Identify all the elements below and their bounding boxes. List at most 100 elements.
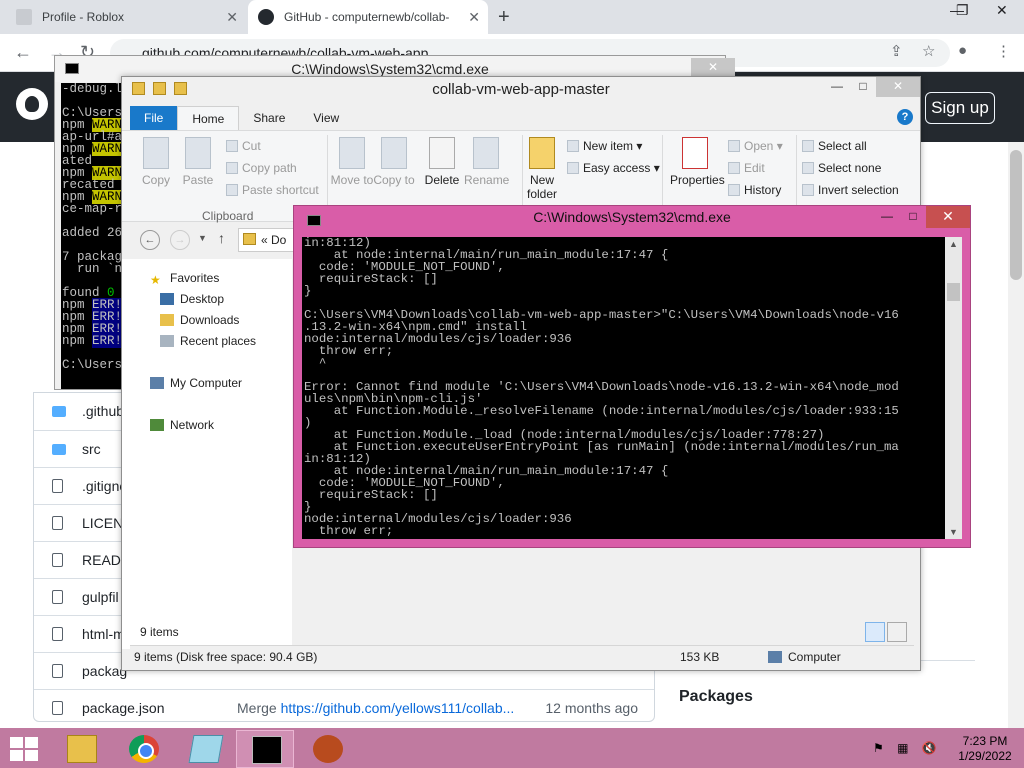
- large-icons-view-icon[interactable]: [887, 622, 907, 642]
- taskbar-command-prompt[interactable]: [236, 730, 294, 768]
- easy-access-button[interactable]: Easy access ▾: [567, 161, 660, 175]
- cmd-close-button[interactable]: ✕: [926, 206, 970, 228]
- file-name[interactable]: html-m: [82, 626, 125, 642]
- explorer-close-button[interactable]: ✕: [876, 77, 920, 97]
- console-line: added 26: [62, 226, 123, 240]
- browser-maximize-button[interactable]: ❐: [956, 2, 969, 19]
- history-button[interactable]: History: [728, 183, 781, 197]
- nav-desktop[interactable]: Desktop: [160, 292, 224, 306]
- cmd-icon: [252, 736, 282, 764]
- console-line: at Function.executeUserEntryPoint [as ru…: [304, 440, 899, 454]
- taskbar-file-explorer[interactable]: [52, 730, 110, 768]
- cmd-scrollbar-thumb[interactable]: [947, 283, 960, 301]
- console-line: -debug.l: [62, 83, 123, 96]
- menu-kebab-icon[interactable]: ⋮: [996, 42, 1011, 60]
- paste-shortcut-button[interactable]: Paste shortcut: [226, 183, 319, 197]
- share-icon[interactable]: ⇪: [890, 42, 903, 60]
- move-to-button[interactable]: Move to: [330, 137, 374, 187]
- paste-button[interactable]: Paste: [176, 137, 220, 187]
- new-item-button[interactable]: New item ▾: [567, 139, 642, 153]
- file-name[interactable]: .github: [82, 403, 124, 419]
- network-icon[interactable]: ▦: [897, 741, 908, 755]
- file-name[interactable]: package.json: [82, 700, 165, 716]
- cmd-scrollbar[interactable]: ▲ ▼: [945, 237, 962, 539]
- copy-button[interactable]: Copy: [134, 137, 178, 187]
- nav-recent-places[interactable]: Recent places: [160, 334, 256, 348]
- tab-file[interactable]: File: [130, 106, 178, 130]
- clock[interactable]: 7:23 PM 1/29/2022: [950, 734, 1020, 764]
- close-tab-icon[interactable]: ✕: [226, 9, 238, 26]
- tab-share[interactable]: Share: [239, 106, 299, 130]
- taskbar-chrome[interactable]: [114, 730, 172, 768]
- invert-selection-button[interactable]: Invert selection: [802, 183, 899, 197]
- nav-network[interactable]: Network: [150, 418, 214, 432]
- ribbon-tabs: File Home Share View: [130, 106, 353, 130]
- tab-github[interactable]: GitHub - computernewb/collab- ✕: [248, 0, 488, 34]
- github-logo-icon[interactable]: [16, 88, 48, 120]
- tab-view[interactable]: View: [299, 106, 353, 130]
- edit-button[interactable]: Edit: [728, 161, 765, 175]
- select-none-button[interactable]: Select none: [802, 161, 881, 175]
- commit-link[interactable]: https://github.com/yellows111/collab...: [281, 700, 515, 716]
- back-button[interactable]: ←: [14, 42, 32, 63]
- delete-button[interactable]: Delete: [420, 137, 464, 187]
- cmd-maximize-button[interactable]: □: [900, 206, 926, 228]
- cut-button[interactable]: Cut: [226, 139, 261, 153]
- properties-button[interactable]: Properties: [670, 137, 725, 187]
- copy-to-button[interactable]: Copy to: [372, 137, 416, 187]
- new-tab-button[interactable]: +: [498, 6, 510, 29]
- forward-arrow-icon[interactable]: →: [170, 230, 190, 250]
- action-center-flag-icon[interactable]: ⚑: [873, 741, 884, 755]
- cmd-close-button[interactable]: ✕: [691, 58, 735, 76]
- up-arrow-icon[interactable]: ↑: [218, 230, 225, 246]
- nav-favorites[interactable]: ★ Favorites: [150, 271, 219, 287]
- cmd-app-icon: [65, 63, 79, 74]
- github-favicon-icon: [258, 9, 274, 25]
- close-tab-icon[interactable]: ✕: [468, 9, 480, 26]
- windows-logo-pane: [10, 750, 23, 761]
- explorer-maximize-button[interactable]: □: [850, 77, 876, 97]
- copy-path-button[interactable]: Copy path: [226, 161, 297, 175]
- new-folder-button[interactable]: New folder: [520, 137, 564, 201]
- start-button[interactable]: [10, 737, 38, 761]
- select-all-button[interactable]: Select all: [802, 139, 867, 153]
- rename-button[interactable]: Rename: [464, 137, 510, 187]
- cmd-window-front[interactable]: C:\Windows\System32\cmd.exe — □ ✕ in:81:…: [293, 205, 971, 548]
- nav-network-label: Network: [170, 418, 215, 432]
- profile-avatar-icon[interactable]: ●: [958, 42, 967, 59]
- file-name[interactable]: gulpfil: [82, 589, 119, 605]
- volume-muted-icon[interactable]: 🔇: [922, 741, 937, 755]
- console-line: run `n: [62, 262, 123, 276]
- new-folder-label: New folder: [526, 173, 558, 201]
- nav-my-computer[interactable]: My Computer: [150, 376, 242, 390]
- open-button[interactable]: Open ▾: [728, 139, 783, 153]
- tab-roblox-profile[interactable]: Profile - Roblox ✕: [6, 0, 246, 34]
- help-icon[interactable]: ?: [897, 109, 913, 125]
- details-view-icon[interactable]: [865, 622, 885, 642]
- explorer-minimize-button[interactable]: —: [824, 77, 850, 97]
- recent-locations-icon[interactable]: ▼: [198, 233, 207, 243]
- tab-home[interactable]: Home: [177, 106, 240, 130]
- delete-x-icon: [429, 137, 455, 169]
- nav-downloads[interactable]: Downloads: [160, 313, 239, 327]
- scroll-up-icon[interactable]: ▲: [949, 239, 958, 249]
- bookmark-star-icon[interactable]: ☆: [922, 42, 935, 60]
- console-line: requireStack: []: [304, 272, 438, 286]
- rename-label: Rename: [464, 173, 510, 187]
- computer-icon: [150, 377, 164, 389]
- taskbar-app[interactable]: [298, 730, 356, 768]
- browser-close-button[interactable]: ✕: [996, 2, 1008, 19]
- sign-up-button[interactable]: Sign up: [925, 92, 995, 124]
- file-name[interactable]: src: [82, 441, 101, 457]
- page-scrollbar-thumb[interactable]: [1010, 150, 1022, 280]
- cmd-minimize-button[interactable]: —: [874, 206, 900, 228]
- browser-tab-strip: Profile - Roblox ✕ GitHub - computernewb…: [0, 0, 1024, 34]
- new-item-label: New item: [583, 139, 634, 153]
- scroll-down-icon[interactable]: ▼: [949, 527, 958, 537]
- move-to-icon: [339, 137, 365, 169]
- invert-selection-icon: [802, 184, 814, 196]
- taskbar-notes[interactable]: [176, 730, 234, 768]
- back-arrow-icon[interactable]: ←: [140, 230, 160, 250]
- file-row[interactable]: package.json Merge https://github.com/yel…: [34, 689, 654, 726]
- folder-icon: [243, 233, 256, 245]
